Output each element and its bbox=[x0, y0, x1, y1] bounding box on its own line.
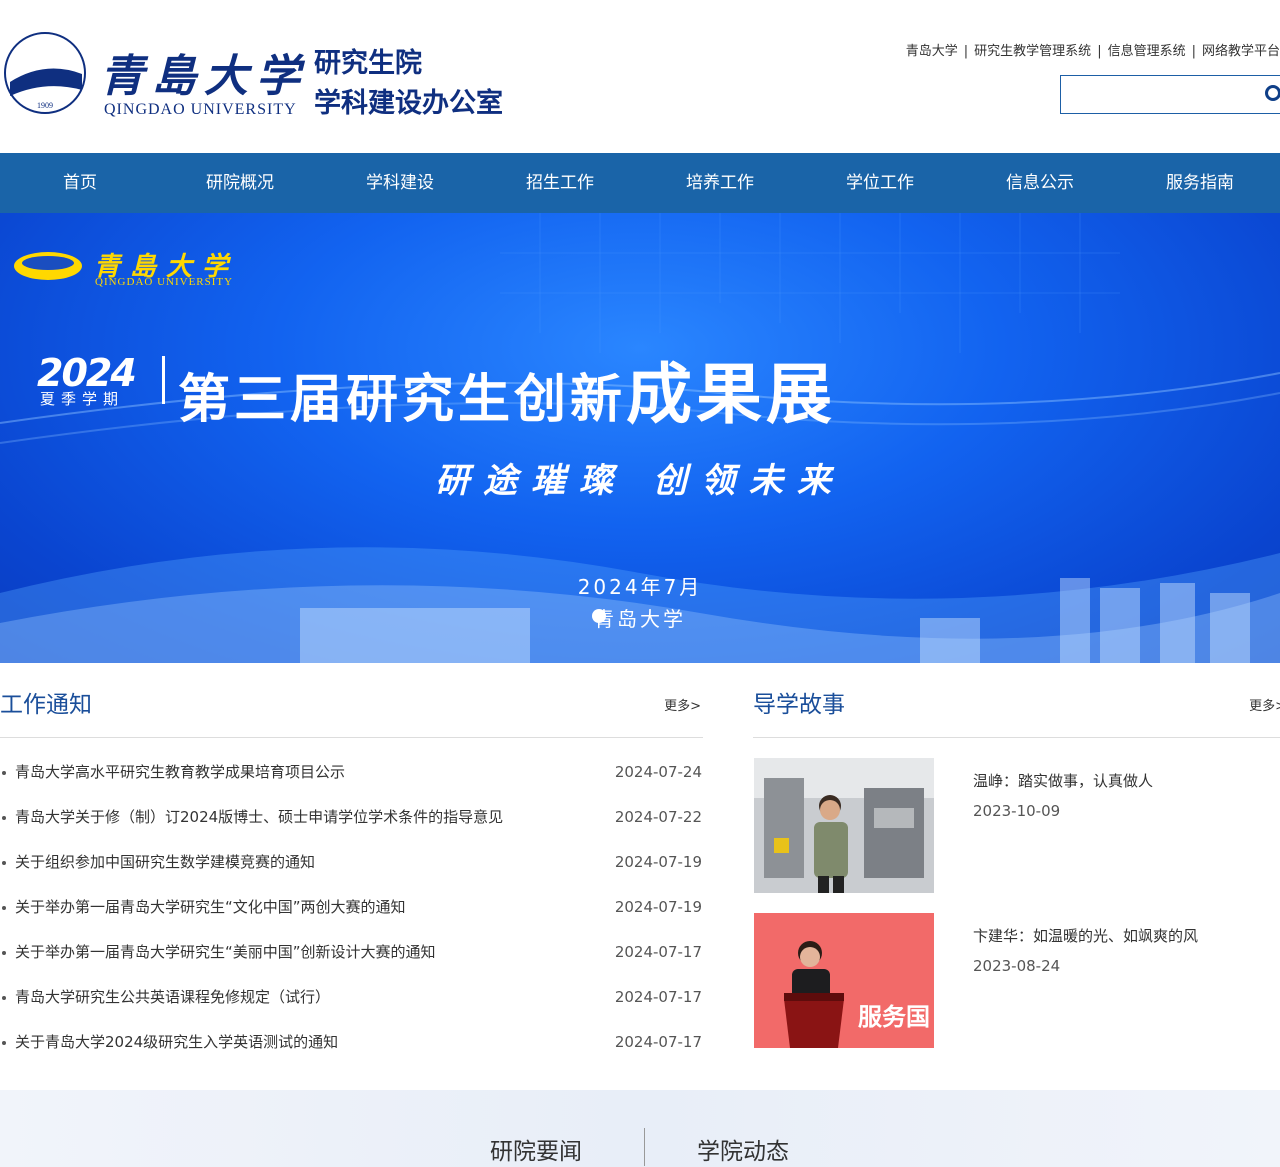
notice-date: 2024-07-19 bbox=[614, 853, 702, 871]
stories-title: 导学故事 bbox=[753, 692, 845, 718]
university-name-en: QINGDAO UNIVERSITY bbox=[104, 101, 297, 118]
nav-discipline[interactable]: 学科建设 bbox=[320, 153, 480, 213]
notices-more-link[interactable]: 更多> bbox=[664, 695, 701, 714]
notice-title[interactable]: 关于举办第一届青岛大学研究生“文化中国”两创大赛的通知 bbox=[15, 898, 406, 916]
nav-home[interactable]: 首页 bbox=[0, 153, 160, 213]
work-notices-section: 工作通知 更多> 青岛大学高水平研究生教育教学成果培育项目公示 2024-07-2… bbox=[0, 663, 703, 1075]
site-header: 1909 青島大学 QINGDAO UNIVERSITY 研究生院 学科建设办公… bbox=[0, 0, 1280, 153]
notice-date: 2024-07-22 bbox=[614, 808, 702, 826]
tab-divider bbox=[644, 1128, 645, 1166]
top-links: 青岛大学 | 研究生教学管理系统 | 信息管理系统 | 网络教学平台 bbox=[905, 44, 1280, 59]
search-input[interactable] bbox=[1060, 75, 1280, 114]
tab-institute-news[interactable]: 研院要闻 bbox=[490, 1132, 582, 1166]
notice-item[interactable]: 关于举办第一届青岛大学研究生“文化中国”两创大赛的通知 2024-07-19 bbox=[0, 895, 703, 940]
banner-slogan: 研途璀璨 创领未来 bbox=[435, 461, 845, 501]
tab-college-updates[interactable]: 学院动态 bbox=[697, 1132, 789, 1166]
main-nav: 首页 研院概况 学科建设 招生工作 培养工作 学位工作 信息公示 服务指南 bbox=[0, 153, 1280, 213]
university-name-cn: 青島大学 bbox=[100, 51, 308, 102]
notice-item[interactable]: 青岛大学关于修（制）订2024版博士、硕士申请学位学术条件的指导意见 2024-0… bbox=[0, 805, 703, 850]
toplink-info-system[interactable]: 信息管理系统 bbox=[1108, 44, 1186, 59]
search-icon[interactable] bbox=[1265, 85, 1280, 101]
department-line-1: 研究生院 bbox=[314, 48, 422, 79]
story-photo[interactable]: 服务国 bbox=[754, 913, 934, 1048]
notice-item[interactable]: 关于举办第一届青岛大学研究生“美丽中国”创新设计大赛的通知 2024-07-17 bbox=[0, 940, 703, 985]
story-date: 2023-08-24 bbox=[973, 957, 1061, 975]
svg-text:服务国: 服务国 bbox=[858, 1003, 930, 1031]
nav-admission[interactable]: 招生工作 bbox=[480, 153, 640, 213]
story-title[interactable]: 卞建华：如温暖的光、如飒爽的风 bbox=[973, 925, 1198, 946]
department-line-2: 学科建设办公室 bbox=[314, 88, 503, 119]
banner-place: 青岛大学 bbox=[594, 607, 686, 631]
notice-item[interactable]: 关于组织参加中国研究生数学建模竞赛的通知 2024-07-19 bbox=[0, 850, 703, 895]
banner-logo-en: QINGDAO UNIVERSITY bbox=[95, 276, 234, 288]
stories-header: 导学故事 更多> bbox=[753, 663, 1280, 738]
notices-header: 工作通知 更多> bbox=[0, 663, 703, 738]
notice-date: 2024-07-17 bbox=[614, 988, 702, 1006]
banner-title-divider bbox=[162, 356, 165, 404]
toplink-online-platform[interactable]: 网络教学平台 bbox=[1202, 44, 1280, 59]
notice-item[interactable]: 青岛大学高水平研究生教育教学成果培育项目公示 2024-07-24 bbox=[0, 760, 703, 805]
story-card[interactable]: 温峥：踏实做事，认真做人 2023-10-09 bbox=[753, 758, 1280, 913]
notice-title[interactable]: 青岛大学高水平研究生教育教学成果培育项目公示 bbox=[15, 763, 345, 781]
university-seal-logo[interactable]: 1909 bbox=[2, 30, 88, 116]
toplink-teaching-system[interactable]: 研究生教学管理系统 bbox=[974, 44, 1091, 59]
stories-more-link[interactable]: 更多> bbox=[1249, 695, 1280, 714]
notice-list: 青岛大学高水平研究生教育教学成果培育项目公示 2024-07-24 青岛大学关于修… bbox=[0, 760, 703, 1075]
notice-item[interactable]: 关于青岛大学2024级研究生入学英语测试的通知 2024-07-17 bbox=[0, 1030, 703, 1075]
notice-date: 2024-07-17 bbox=[614, 943, 702, 961]
story-photo[interactable] bbox=[754, 758, 934, 893]
nav-service-guide[interactable]: 服务指南 bbox=[1120, 153, 1280, 213]
mentoring-stories-section: 导学故事 更多> 温峥：踏实做事，认真做人 2023-10-09 bbox=[753, 663, 1280, 1068]
notice-item[interactable]: 青岛大学研究生公共英语课程免修规定（试行） 2024-07-17 bbox=[0, 985, 703, 1030]
banner-date: 2024年7月 bbox=[577, 575, 703, 599]
department-name: 研究生院 学科建设办公室 bbox=[314, 44, 503, 124]
nav-overview[interactable]: 研院概况 bbox=[160, 153, 320, 213]
notice-title[interactable]: 青岛大学研究生公共英语课程免修规定（试行） bbox=[15, 988, 330, 1006]
notice-title[interactable]: 关于举办第一届青岛大学研究生“美丽中国”创新设计大赛的通知 bbox=[15, 943, 436, 961]
notice-date: 2024-07-24 bbox=[614, 763, 702, 781]
carousel-indicator-dot[interactable] bbox=[592, 609, 606, 623]
banner-title-big: 成果展 bbox=[626, 356, 837, 433]
nav-disclosure[interactable]: 信息公示 bbox=[960, 153, 1120, 213]
nav-degree[interactable]: 学位工作 bbox=[800, 153, 960, 213]
notice-title[interactable]: 关于青岛大学2024级研究生入学英语测试的通知 bbox=[15, 1033, 338, 1051]
story-title[interactable]: 温峥：踏实做事，认真做人 bbox=[973, 770, 1153, 791]
banner-title-main: 第三届研究生创新 bbox=[178, 370, 627, 430]
notice-date: 2024-07-19 bbox=[614, 898, 702, 916]
banner-title: 第三届研究生创新成果展 bbox=[178, 341, 836, 437]
banner-term: 夏季学期 bbox=[40, 390, 125, 408]
story-card[interactable]: 服务国 卞建华：如温暖的光、如飒爽的风 2023-08-24 bbox=[753, 913, 1280, 1068]
notice-title[interactable]: 关于组织参加中国研究生数学建模竞赛的通知 bbox=[15, 853, 315, 871]
nav-training[interactable]: 培养工作 bbox=[640, 153, 800, 213]
story-date: 2023-10-09 bbox=[973, 802, 1061, 820]
toplink-qdu[interactable]: 青岛大学 bbox=[906, 44, 958, 59]
notices-title: 工作通知 bbox=[0, 692, 92, 718]
notice-title[interactable]: 青岛大学关于修（制）订2024版博士、硕士申请学位学术条件的指导意见 bbox=[15, 808, 503, 826]
news-tabs-band: 研院要闻 学院动态 bbox=[0, 1090, 1280, 1167]
svg-text:1909: 1909 bbox=[37, 101, 53, 110]
notice-date: 2024-07-17 bbox=[614, 1033, 702, 1051]
hero-banner[interactable]: 青島大学 QINGDAO UNIVERSITY 2024 夏季学期 第三届研究生… bbox=[0, 213, 1280, 663]
